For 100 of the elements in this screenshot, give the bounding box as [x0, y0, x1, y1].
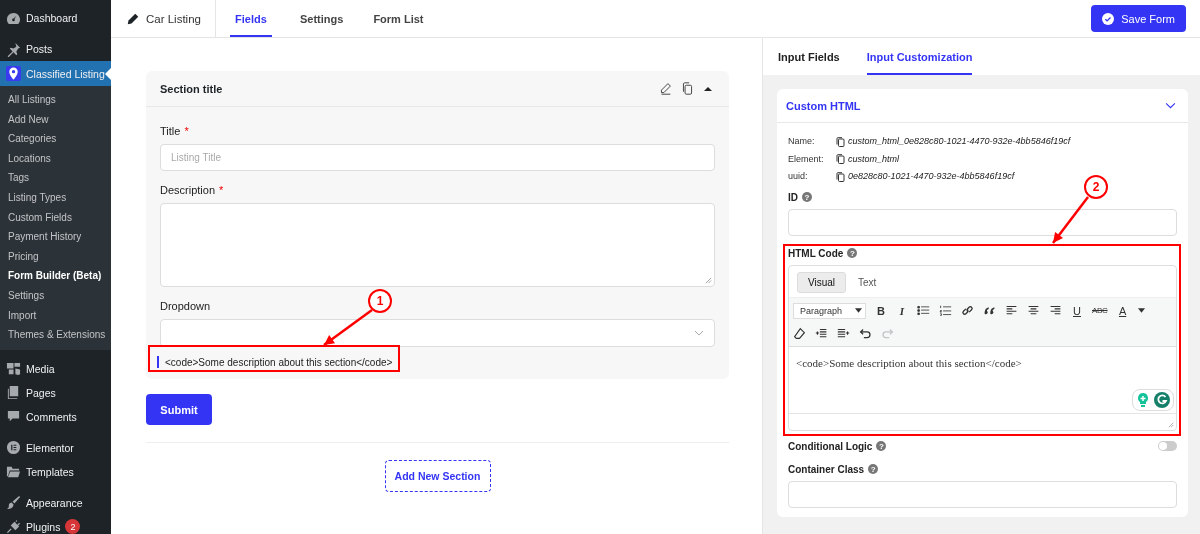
meta-label: uuid:: [788, 170, 809, 183]
link-icon[interactable]: [961, 304, 974, 317]
undo-icon[interactable]: [859, 326, 872, 340]
resize-grip-icon[interactable]: [1168, 421, 1174, 428]
help-icon[interactable]: ?: [868, 464, 879, 474]
chevron-down-icon[interactable]: [1165, 100, 1176, 111]
location-pin-icon: [6, 66, 21, 81]
copy-icon[interactable]: [836, 154, 845, 165]
outdent-icon[interactable]: [815, 326, 828, 340]
submenu-item[interactable]: Listing Types: [0, 187, 111, 208]
callout-arrow: [1052, 196, 1089, 244]
count-badge: 2: [65, 519, 81, 534]
section-description: <code>Some description about this section</code>: [165, 356, 393, 368]
text-color-button[interactable]: A: [1116, 304, 1129, 317]
sidebar-item[interactable]: Comments: [0, 404, 111, 429]
editor-mode-tab[interactable]: Visual: [797, 271, 847, 293]
help-icon[interactable]: ?: [876, 441, 887, 451]
nav-tab[interactable]: Fields: [229, 0, 272, 37]
align-left-icon[interactable]: [1005, 304, 1018, 317]
callout-arrow: [323, 309, 373, 346]
save-form-button[interactable]: Save Form: [1091, 5, 1186, 32]
help-icon[interactable]: ?: [802, 192, 812, 202]
eraser-icon[interactable]: [793, 326, 806, 340]
submenu-item[interactable]: Pricing: [0, 246, 111, 267]
nav-tab[interactable]: Settings: [299, 0, 358, 37]
text-input-field[interactable]: [788, 480, 1177, 508]
sidebar-item[interactable]: Media: [0, 356, 111, 381]
sidebar-item[interactable]: Plugins 2: [0, 514, 111, 534]
gauge-icon: [6, 10, 21, 26]
blockquote-icon[interactable]: [983, 304, 996, 317]
indent-icon[interactable]: [837, 326, 850, 340]
sidebar-item[interactable]: Pages: [0, 380, 111, 405]
submenu-item[interactable]: Settings: [0, 285, 111, 306]
panel-tab[interactable]: Input Fields: [778, 38, 840, 75]
text-input-field[interactable]: [788, 208, 1177, 236]
sidebar-item[interactable]: Appearance: [0, 490, 111, 515]
editor-mode-tab[interactable]: Text: [848, 271, 887, 293]
sidebar-item[interactable]: Templates: [0, 459, 111, 484]
form-name: Car Listing: [146, 12, 201, 25]
current-menu-pointer: [105, 68, 111, 80]
sidebar-item[interactable]: Classified Listing: [0, 61, 111, 86]
align-center-icon[interactable]: [1027, 304, 1040, 317]
italic-button[interactable]: I: [896, 304, 908, 317]
strikethrough-button[interactable]: ABC: [1092, 306, 1108, 315]
sidebar-item[interactable]: Posts: [0, 37, 111, 61]
dropdown-field[interactable]: [160, 319, 715, 347]
submenu-item[interactable]: Add New: [0, 109, 111, 130]
submenu-item[interactable]: Custom Fields: [0, 207, 111, 228]
element-title[interactable]: Custom HTML: [786, 99, 861, 112]
submenu-item[interactable]: Locations: [0, 148, 111, 169]
submenu-item[interactable]: Payment History: [0, 227, 111, 247]
add-new-section-button[interactable]: Add New Section: [384, 460, 491, 492]
text-input-field[interactable]: Listing Title: [160, 144, 715, 171]
toggle-switch[interactable]: [1158, 441, 1177, 451]
edit-icon[interactable]: [659, 82, 672, 95]
submit-button[interactable]: Submit: [146, 394, 212, 425]
copy-icon[interactable]: [836, 171, 845, 182]
folder-icon: [6, 464, 21, 480]
submenu-item[interactable]: Categories: [0, 129, 111, 149]
editor-content[interactable]: <code>Some description about this section</code>: [796, 356, 1022, 369]
underline-button[interactable]: U: [1071, 304, 1083, 317]
pushpin-icon: [6, 41, 21, 57]
help-icon[interactable]: ?: [847, 248, 858, 258]
format-select[interactable]: Paragraph: [793, 302, 866, 319]
field-label: Dropdown: [160, 300, 211, 312]
caret-icon: [855, 308, 862, 313]
grammar-assistant-icon[interactable]: [1154, 391, 1170, 408]
resize-grip-icon[interactable]: [705, 277, 712, 284]
elementor-icon: [6, 440, 21, 456]
panel-tab[interactable]: Input Customization: [866, 38, 973, 75]
field-label: Description *: [160, 184, 224, 196]
pages-icon: [6, 385, 21, 401]
copy-icon[interactable]: [681, 82, 694, 95]
meta-value: 0e828c80-1021-4470-932e-4bb5846f19cf: [848, 170, 1015, 183]
meta-label: Name:: [788, 135, 816, 148]
submenu-item[interactable]: Import: [0, 305, 111, 326]
numbered-list-icon[interactable]: [939, 304, 952, 317]
submenu-item[interactable]: All Listings: [0, 90, 111, 110]
caret-icon[interactable]: [1137, 308, 1145, 313]
section-title: Section title: [160, 82, 223, 95]
plug-icon: [6, 519, 21, 534]
paintbrush-icon: [6, 495, 21, 511]
check-circle-icon: [1102, 12, 1115, 25]
submenu-item[interactable]: Tags: [0, 168, 111, 188]
required-mark: *: [184, 125, 189, 137]
align-right-icon[interactable]: [1049, 304, 1062, 317]
bulleted-list-icon[interactable]: [917, 304, 930, 317]
field-label: HTML Code: [788, 247, 844, 259]
bold-button[interactable]: B: [875, 304, 887, 317]
media-icon: [6, 361, 21, 377]
sidebar-item[interactable]: Elementor: [0, 435, 111, 460]
meta-label: Element:: [788, 152, 825, 166]
textarea-field[interactable]: [160, 203, 715, 287]
chevron-down-icon: [694, 328, 704, 338]
sidebar-item[interactable]: Dashboard: [0, 6, 111, 30]
submenu-item[interactable]: Themes & Extensions: [0, 325, 111, 345]
submenu-item[interactable]: Form Builder (Beta): [0, 266, 111, 286]
copy-icon[interactable]: [836, 136, 845, 147]
nav-tab[interactable]: Form List: [373, 0, 438, 37]
meta-value: custom_html_0e828c80-1021-4470-932e-4bb5846f19cf: [848, 135, 1071, 148]
